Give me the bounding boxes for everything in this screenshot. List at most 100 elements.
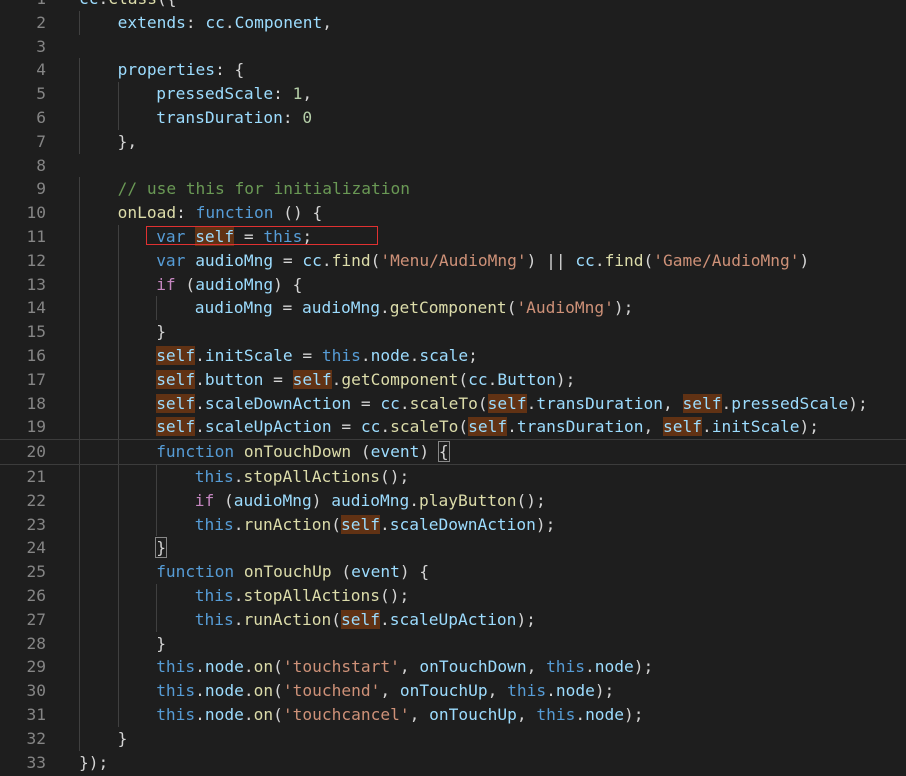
code-line[interactable]: 7},: [0, 129, 906, 154]
code-token: );: [613, 298, 634, 318]
code-token: node: [204, 657, 244, 677]
code-line[interactable]: 24}: [0, 536, 906, 561]
code-line[interactable]: 33});: [0, 751, 906, 775]
code-line[interactable]: 1 cc.Class({: [0, 0, 906, 11]
code-line[interactable]: 20 function onTouchDown (event) {: [0, 439, 906, 465]
code-token: .: [233, 466, 244, 486]
code-token: node: [585, 704, 625, 724]
indent-guide: [156, 583, 158, 608]
line-number: 25: [26, 562, 47, 582]
code-line[interactable]: 30 this.node.on('touchend', onTouchUp, th…: [0, 679, 906, 703]
code-line[interactable]: 18 self.scaleDownAction = cc.scaleTo(self…: [0, 391, 906, 416]
code-line[interactable]: 27 this.runAction(self.scaleUpAction);: [0, 607, 906, 632]
code-token: node: [594, 657, 634, 677]
code-line[interactable]: 3: [0, 35, 906, 59]
code-text: this.stopAllActions();: [195, 465, 409, 489]
indent-guide: [79, 607, 80, 632]
code-token: 'touchstart': [282, 657, 400, 677]
code-token: (: [477, 393, 488, 413]
code-line[interactable]: 8: [0, 154, 906, 178]
code-token: self: [156, 345, 196, 365]
indent-guide: [79, 391, 80, 416]
code-token: this: [194, 466, 234, 486]
code-token: .: [379, 514, 390, 534]
code-line[interactable]: 6 transDuration: 0: [0, 105, 906, 130]
code-token: :: [273, 84, 293, 104]
code-token: 0: [302, 107, 313, 127]
indent-guide: [79, 343, 80, 368]
code-line[interactable]: 5 pressedScale: 1,: [0, 82, 906, 106]
code-token: function: [156, 562, 235, 582]
code-token: audioMng: [195, 250, 274, 270]
indent-guide: [79, 177, 80, 202]
code-token: this: [194, 585, 234, 605]
code-line[interactable]: 28}: [0, 631, 906, 656]
code-token: playButton: [418, 490, 517, 510]
code-line[interactable]: 9 // use this for initialization: [0, 177, 906, 202]
indent-guide: [79, 560, 80, 584]
indent-guide: [79, 583, 80, 608]
indent-guide: [117, 560, 119, 584]
code-token: audioMng: [194, 298, 273, 318]
code-token: (: [331, 609, 341, 629]
code-token: on: [253, 704, 274, 724]
code-token: :: [185, 12, 206, 32]
indent-guide: [79, 201, 80, 225]
code-token: self: [156, 369, 196, 389]
code-token: find: [604, 250, 644, 270]
code-token: this: [156, 681, 196, 701]
code-line[interactable]: 13 if (audioMng) {: [0, 272, 906, 297]
code-line[interactable]: 22 if (audioMng) audioMng.playButton();: [0, 488, 906, 513]
code-text: cc.Class({: [79, 0, 176, 11]
line-number: 15: [26, 322, 47, 342]
code-line[interactable]: 16 self.initScale = this.node.scale;: [0, 343, 906, 368]
code-token: self: [487, 393, 527, 413]
code-token: scaleDownAction: [389, 514, 536, 534]
code-line[interactable]: 29 this.node.on('touchstart', onTouchDown…: [0, 655, 906, 680]
code-line[interactable]: 11 var self = this;: [0, 224, 906, 249]
code-line[interactable]: 15}: [0, 320, 906, 344]
code-token: =: [331, 417, 361, 437]
code-token: ) {: [399, 562, 430, 582]
code-editor[interactable]: 1cc.Class({2extends: cc.Component,34prop…: [0, 0, 906, 774]
code-text: properties: {: [118, 58, 245, 82]
code-line[interactable]: 23 this.runAction(self.scaleDownAction);: [0, 512, 906, 537]
code-line[interactable]: 32}: [0, 726, 906, 751]
code-token: self: [292, 369, 332, 389]
code-line[interactable]: 2 extends: cc.Component,: [0, 10, 906, 35]
indent-guide: [79, 320, 80, 344]
code-token: self: [195, 226, 235, 246]
code-text: self.scaleUpAction = cc.scaleTo(self.tra…: [156, 415, 819, 439]
code-line[interactable]: 31 this.node.on('touchcancel', onTouchUp,…: [0, 702, 906, 727]
code-token: (: [273, 681, 283, 701]
code-line[interactable]: 10 onLoad: function () {: [0, 201, 906, 225]
line-number: 14: [26, 298, 47, 318]
code-line[interactable]: 12 var audioMng = cc.find('Menu/AudioMng'…: [0, 248, 906, 273]
code-token: this: [263, 226, 303, 246]
code-token: cc: [575, 250, 595, 270]
code-line[interactable]: 19 self.scaleUpAction = cc.scaleTo(self.t…: [0, 415, 906, 440]
code-token: Button: [497, 369, 556, 389]
code-line[interactable]: 26 this.stopAllActions();: [0, 583, 906, 608]
code-token: ();: [379, 585, 410, 605]
code-line[interactable]: 14 audioMng = audioMng.getComponent('Audi…: [0, 296, 906, 321]
code-token: ): [419, 442, 439, 462]
code-token: scaleTo: [409, 393, 478, 413]
code-line[interactable]: 17 self.button = self.getComponent(cc.But…: [0, 367, 906, 392]
code-token: .: [321, 250, 332, 270]
code-token: ,: [409, 704, 430, 724]
code-token: (: [643, 250, 654, 270]
code-token: 1: [292, 84, 303, 104]
code-line[interactable]: 4 properties: {: [0, 58, 906, 83]
code-token: .: [409, 345, 420, 365]
code-line[interactable]: 21 this.stopAllActions();: [0, 464, 906, 489]
code-line[interactable]: 25 function onTouchUp (event) {: [0, 560, 906, 584]
code-token: audioMng: [302, 298, 380, 318]
code-token: getComponent: [389, 298, 507, 318]
indent-guide: [156, 464, 158, 489]
code-token: audioMng: [195, 274, 274, 294]
code-token: self: [156, 393, 196, 413]
code-token: this: [507, 681, 547, 701]
code-token: .: [224, 12, 235, 32]
